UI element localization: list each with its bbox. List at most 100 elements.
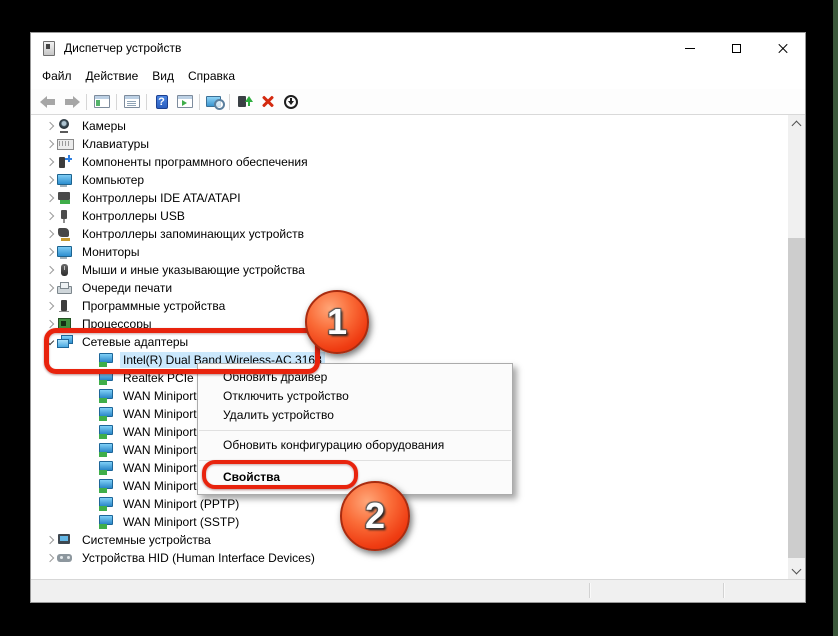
context-menu-item-disable-device[interactable]: Отключить устройство [198, 387, 512, 406]
tree-item-label: Компьютер [79, 172, 147, 188]
tree-item-ide-controllers[interactable]: Контроллеры IDE ATA/ATAPI [31, 189, 788, 207]
step-1-callout: 1 [305, 290, 369, 354]
status-bar [31, 579, 805, 602]
show-console-tree-button[interactable] [90, 91, 113, 113]
chevron-right-icon[interactable] [45, 265, 55, 275]
tree-item-label: Клавиатуры [79, 136, 152, 152]
tree-item-label: WAN Miniport [120, 460, 200, 476]
chevron-right-icon[interactable] [45, 229, 55, 239]
tree-item-label: Камеры [79, 118, 129, 134]
hid-devices-icon [57, 551, 72, 565]
menu-view[interactable]: Вид [145, 64, 181, 88]
chevron-right-icon[interactable] [45, 553, 55, 563]
chevron-right-icon[interactable] [45, 175, 55, 185]
device-manager-app-icon [40, 40, 56, 56]
network-adapter-icon [98, 461, 113, 475]
properties-button[interactable] [120, 91, 143, 113]
chevron-right-icon[interactable] [45, 211, 55, 221]
maximize-button[interactable] [713, 33, 759, 63]
close-button[interactable] [759, 33, 805, 63]
tree-item-cameras[interactable]: Камеры [31, 117, 788, 135]
tree-item-software-devices[interactable]: Программные устройства [31, 297, 788, 315]
scroll-down-button[interactable] [788, 562, 805, 579]
chevron-right-icon[interactable] [45, 121, 55, 131]
tree-item-label: Компоненты программного обеспечения [79, 154, 311, 170]
title-bar[interactable]: Диспетчер устройств [31, 33, 805, 63]
chevron-right-icon[interactable] [45, 535, 55, 545]
tree-item-keyboards[interactable]: Клавиатуры [31, 135, 788, 153]
network-adapter-icon [98, 497, 113, 511]
toolbar-separator [199, 94, 200, 110]
chevron-right-icon[interactable] [45, 139, 55, 149]
screen-edge-strip [833, 0, 838, 636]
camera-icon [57, 119, 72, 133]
minimize-button[interactable] [667, 33, 713, 63]
forward-icon [63, 96, 80, 108]
show-action-pane-button[interactable] [173, 91, 196, 113]
tree-item-label: Мыши и иные указывающие устройства [79, 262, 308, 278]
maximize-icon [732, 44, 741, 53]
monitor-icon [57, 245, 72, 259]
tree-item-storage-controllers[interactable]: Контроллеры запоминающих устройств [31, 225, 788, 243]
ide-controller-icon [57, 191, 72, 205]
tree-item-label: WAN Miniport [120, 478, 200, 494]
menu-file[interactable]: Файл [35, 64, 79, 88]
status-bar-separator [723, 583, 724, 598]
tree-item-print-queues[interactable]: Очереди печати [31, 279, 788, 297]
tree-item-hid-devices[interactable]: Устройства HID (Human Interface Devices) [31, 549, 788, 567]
tree-item-monitors[interactable]: Мониторы [31, 243, 788, 261]
chevron-right-icon[interactable] [45, 193, 55, 203]
close-icon [777, 43, 788, 54]
minimize-icon [685, 48, 695, 49]
help-icon [156, 95, 168, 109]
network-adapter-icon [98, 479, 113, 493]
network-adapter-icon [98, 425, 113, 439]
mouse-icon [57, 263, 72, 277]
tree-item-system-devices[interactable]: Системные устройства [31, 531, 788, 549]
tree-item-label: Мониторы [79, 244, 142, 260]
tree-item-label: WAN Miniport (PPTP) [120, 496, 242, 512]
storage-controller-icon [57, 227, 72, 241]
uninstall-device-button[interactable] [256, 91, 279, 113]
usb-icon [57, 209, 72, 223]
desktop-background: { "window": { "title": "Диспетчер устрой… [0, 0, 838, 636]
chevron-right-icon[interactable] [45, 247, 55, 257]
tree-item-usb-controllers[interactable]: Контроллеры USB [31, 207, 788, 225]
chevron-right-icon[interactable] [45, 157, 55, 167]
scroll-up-button[interactable] [788, 115, 805, 132]
scan-hardware-button[interactable] [203, 91, 226, 113]
software-device-icon [57, 299, 72, 313]
menu-bar: Файл Действие Вид Справка [31, 63, 805, 89]
back-button[interactable] [37, 91, 60, 113]
menu-action[interactable]: Действие [79, 64, 146, 88]
update-driver-button[interactable] [233, 91, 256, 113]
keyboard-icon [57, 137, 72, 151]
system-devices-icon [57, 533, 72, 547]
tree-item-software-components[interactable]: Компоненты программного обеспечения [31, 153, 788, 171]
menu-help[interactable]: Справка [181, 64, 242, 88]
tree-item-label: WAN Miniport [120, 388, 200, 404]
context-menu-item-uninstall-device[interactable]: Удалить устройство [198, 406, 512, 425]
forward-button[interactable] [60, 91, 83, 113]
software-component-icon [57, 155, 72, 169]
help-button[interactable] [150, 91, 173, 113]
chevron-right-icon[interactable] [45, 301, 55, 311]
computer-icon [57, 173, 72, 187]
tree-item-label: WAN Miniport [120, 442, 200, 458]
tree-item-mice[interactable]: Мыши и иные указывающие устройства [31, 261, 788, 279]
action-pane-icon [177, 95, 193, 108]
vertical-scrollbar[interactable] [788, 115, 805, 579]
disable-device-button[interactable] [279, 91, 302, 113]
tree-item-computer[interactable]: Компьютер [31, 171, 788, 189]
step-2-callout: 2 [340, 481, 410, 551]
tree-item-label: Программные устройства [79, 298, 228, 314]
chevron-right-icon[interactable] [45, 283, 55, 293]
status-bar-separator [589, 583, 590, 598]
network-adapter-icon [98, 389, 113, 403]
console-tree-icon [94, 95, 110, 108]
tree-item-label: Очереди печати [79, 280, 175, 296]
window-title: Диспетчер устройств [64, 41, 181, 55]
scrollbar-thumb[interactable] [788, 238, 805, 558]
network-adapter-icon [98, 443, 113, 457]
context-menu-item-scan-hardware[interactable]: Обновить конфигурацию оборудования [198, 436, 512, 455]
